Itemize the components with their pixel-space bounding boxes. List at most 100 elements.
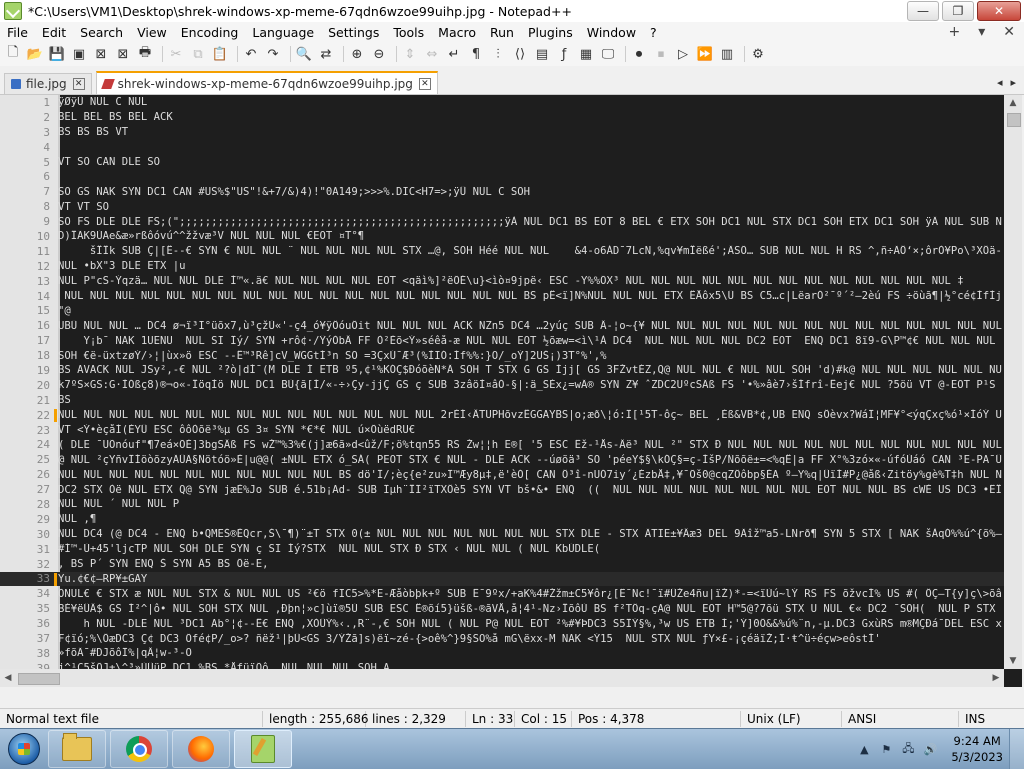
- editor-line[interactable]: 12 NUL •bX"3 DLE ETX |u: [0, 259, 1004, 274]
- editor-line[interactable]: 17 Y¡b¯ NAK 1UENU NUL SI Ïý/ SYN +rô¢·/Ÿ…: [0, 333, 1004, 348]
- show-desktop-button[interactable]: [1009, 729, 1024, 769]
- play-macro-icon[interactable]: ▷: [674, 45, 692, 63]
- menu-help[interactable]: ?: [643, 25, 664, 40]
- editor-line[interactable]: 16 UBÜ NUL NUL … DC4 ø¬ï³I°üõx7,ù³çžÙ«'-ç…: [0, 318, 1004, 333]
- editor-line[interactable]: 23 VT <Ý•èçåÍ(ÈYÛ ESC ôôÒõë³%µ GS 3¤ SYN …: [0, 423, 1004, 438]
- line-text[interactable]: SO GS NAK SYN DC1 CAN #US%$"US"!&+7/&)4)…: [58, 186, 1002, 198]
- flag-icon[interactable]: ⚑: [879, 742, 893, 756]
- tab-scroll-right-icon[interactable]: ▸: [1006, 76, 1020, 89]
- status-eol[interactable]: Unix (LF): [741, 711, 842, 727]
- editor-line[interactable]: 10 D)ÎÃK9ÙAe&æ»rßôóvú^^žžvæ³V NUL NUL NUL…: [0, 229, 1004, 244]
- minimize-button[interactable]: —: [907, 1, 939, 21]
- network-icon[interactable]: 🖧: [901, 742, 915, 756]
- menu-settings[interactable]: Settings: [321, 25, 386, 40]
- line-text[interactable]: ( DLE ¯UÕnóuf"¶7eá×ÕÈ]3bgSÂß FS wŽ™%3%€(…: [58, 439, 1002, 451]
- clock[interactable]: 9:24 AM 5/3/2023: [951, 733, 1003, 765]
- editor-line[interactable]: 7 SO GS NAK SYN DC1 CAN #US%$"US"!&+7/&)4…: [0, 184, 1004, 199]
- vertical-scrollbar[interactable]: ▲ ▼: [1004, 95, 1022, 669]
- show-hidden-icons-icon[interactable]: ▲: [857, 742, 871, 756]
- taskbar-firefox[interactable]: [172, 730, 230, 768]
- menu-tools[interactable]: Tools: [386, 25, 431, 40]
- editor-line[interactable]: 34 ÕNUL€ € STX æ NUL NUL STX & NUL NUL US…: [0, 586, 1004, 601]
- editor-line[interactable]: 35 BÉ¥ëÛÂ$ GS Í²^|ô• NUL SOH STX NUL ,Ðþn…: [0, 601, 1004, 616]
- folder-workspace-icon[interactable]: ▦: [577, 45, 595, 63]
- close-all-icon[interactable]: ⊠: [114, 45, 132, 63]
- scroll-down-icon[interactable]: ▼: [1004, 653, 1022, 669]
- close-doc-icon[interactable]: ✕: [994, 24, 1024, 40]
- new-file-icon[interactable]: 🗋: [4, 45, 22, 63]
- tab-close-icon[interactable]: ✕: [72, 78, 85, 90]
- run-macro-multiple-icon[interactable]: ⏩: [696, 45, 714, 63]
- line-text[interactable]: SOH €ë-üxtzøÝ/›¦|ùx»ö ESC --Ê™³Rê]cV_WGG…: [58, 350, 1002, 362]
- maximize-button[interactable]: ❐: [942, 1, 974, 21]
- doc-map-icon[interactable]: ▤: [533, 45, 551, 63]
- start-button[interactable]: [4, 731, 44, 767]
- menu-run[interactable]: Run: [483, 25, 521, 40]
- word-wrap-icon[interactable]: ↵: [445, 45, 463, 63]
- line-text[interactable]: D)ÎÃK9ÙAe&æ»rßôóvú^^žžvæ³V NUL NUL NUL €…: [58, 230, 1002, 242]
- line-text[interactable]: , BS P´ SYN ENQ Š SYN Ä5 BS Öë-E,: [58, 558, 1002, 570]
- close-button[interactable]: ✕: [977, 1, 1021, 21]
- editor-line[interactable]: 26 NUL NUL NUL NUL NUL NUL NUL NUL NUL NU…: [0, 467, 1004, 482]
- line-text[interactable]: Yu.¢€¢–RP¥±GAY: [58, 573, 1002, 585]
- editor-line[interactable]: 25 @ NUL ²çYñvÏÍöòõzyÃÜÃ§Ñötóö»È|u@@( ±NU…: [0, 452, 1004, 467]
- sync-v-icon[interactable]: ⇕: [401, 45, 419, 63]
- editor-line[interactable]: 24 ( DLE ¯UÕnóuf"¶7eá×ÕÈ]3bgSÂß FS wŽ™%3%…: [0, 437, 1004, 452]
- tab-shrek-jpg[interactable]: shrek-windows-xp-meme-67qdn6wzoe99uihp.j…: [95, 71, 438, 94]
- cut-icon[interactable]: ✂: [167, 45, 185, 63]
- line-text[interactable]: BS BS BS VT: [58, 126, 1002, 138]
- spell-check-icon[interactable]: ⚙: [749, 45, 767, 63]
- editor-line[interactable]: 19 BS AVACK NUL JSy²,-€ NUL ²?ò|dÍ¯(M DLE…: [0, 363, 1004, 378]
- editor-line[interactable]: 31 #Í™-Ù+45'ljcTP NUL SOH DLE SYN ç SI Íý…: [0, 542, 1004, 557]
- horizontal-scroll-thumb[interactable]: [18, 673, 60, 685]
- open-file-icon[interactable]: 📂: [26, 45, 44, 63]
- menu-view[interactable]: View: [130, 25, 174, 40]
- menu-plugins[interactable]: Plugins: [521, 25, 580, 40]
- line-text[interactable]: F¢ïó;%\ÖæDC3 Ç¢ DC3 Õfé¢P/_o>? ñëž¹|þÜ<G…: [58, 633, 1002, 645]
- line-text[interactable]: SO FS DLE DLE FS;(";;;;;;;;;;;;;;;;;;;;;…: [58, 216, 1002, 228]
- editor-line[interactable]: 4: [0, 140, 1004, 155]
- editor-line[interactable]: 29 NUL ,¶: [0, 512, 1004, 527]
- line-text[interactable]: šÎÎk SUB Ç|[Ê--€ SYN € NUL NUL ¨ NUL NUL…: [58, 245, 1002, 257]
- editor-line[interactable]: 36 h NUL -DLE NUL ³DC1 Ab°¦¢--Ê€ ENQ ,XÒ…: [0, 616, 1004, 631]
- print-icon[interactable]: 🖶: [136, 45, 154, 63]
- editor-line[interactable]: 22 NUL NUL NUL NUL NUL NUL NUL NUL NUL NU…: [0, 408, 1004, 423]
- line-text[interactable]: NUL NUL NUL NUL NUL NUL NUL NUL NUL NUL …: [58, 409, 1002, 421]
- tab-close-icon[interactable]: ✕: [418, 77, 431, 90]
- lang-icon[interactable]: ⟨⟩: [511, 45, 529, 63]
- editor-line[interactable]: 9 SO FS DLE DLE FS;(";;;;;;;;;;;;;;;;;;;;…: [0, 214, 1004, 229]
- copy-icon[interactable]: ⧉: [189, 45, 207, 63]
- replace-icon[interactable]: ⇄: [317, 45, 335, 63]
- line-text[interactable]: NUL NUL NUL NUL NUL NUL NUL NUL NUL NUL …: [58, 290, 1002, 302]
- line-text[interactable]: NUL P"cS-Ýqzä… NUL NUL DLE Í™«.ä€ NUL NU…: [58, 275, 1002, 287]
- editor-line[interactable]: 28 NUL NUL ´ NUL NUL P: [0, 497, 1004, 512]
- status-insert-mode[interactable]: INS: [959, 711, 991, 727]
- tab-scroll-left-icon[interactable]: ◂: [993, 76, 1007, 89]
- status-encoding[interactable]: ANSI: [842, 711, 959, 727]
- sync-h-icon[interactable]: ⇔: [423, 45, 441, 63]
- line-text[interactable]: #Í™-Ù+45'ljcTP NUL SOH DLE SYN ç SI Íý?S…: [58, 543, 1002, 555]
- tab-list-chevron-icon[interactable]: ▾: [969, 24, 994, 40]
- line-text[interactable]: Y¡b¯ NAK 1UENU NUL SI Ïý/ SYN +rô¢·/ŸýÒb…: [58, 335, 1003, 347]
- line-text[interactable]: UBÜ NUL NUL … DC4 ø¬ï³I°üõx7,ù³çžÙ«'-ç4_…: [58, 320, 1002, 332]
- editor-line[interactable]: 1 ÿØÿÛ NUL C NUL: [0, 95, 1004, 110]
- line-text[interactable]: VT <Ý•èçåÍ(ÈYÛ ESC ôôÒõë³%µ GS 3¤ SYN *€…: [58, 424, 1002, 436]
- editor-line[interactable]: 30 NUL DC4 (@ DC4 - ENQ b•QMEŠ®ÈQcr,Š\¯¶)…: [0, 527, 1004, 542]
- editor-line[interactable]: 20 k7ºS×GS:G·ÌÓßç8)®¬o«-ÎöqÌö NUL DC1 BÙ{…: [0, 378, 1004, 393]
- editor-line[interactable]: 37 F¢ïó;%\ÖæDC3 Ç¢ DC3 Õfé¢P/_o>? ñëž¹|þÜ…: [0, 631, 1004, 646]
- line-text[interactable]: »fõÄ¯#DJõôÏ%|qÂ¦w-³-O: [58, 647, 1002, 659]
- horizontal-scrollbar[interactable]: ◀ ▶: [0, 669, 1004, 687]
- save-all-icon[interactable]: ▣: [70, 45, 88, 63]
- line-text[interactable]: NUL NUL NUL NUL NUL NUL NUL NUL NUL NUL …: [58, 469, 1002, 481]
- find-icon[interactable]: 🔍: [295, 45, 313, 63]
- undo-icon[interactable]: ↶: [242, 45, 260, 63]
- record-macro-icon[interactable]: ⏺: [630, 45, 648, 63]
- line-text[interactable]: NUL NUL ´ NUL NUL P: [58, 498, 1002, 510]
- editor-line[interactable]: 32 , BS P´ SYN ENQ Š SYN Ä5 BS Öë-E,: [0, 557, 1004, 572]
- editor-line[interactable]: 27 DC2 STX Òë NUL ETX Q@ SYN jæÈ%Jo SUB é…: [0, 482, 1004, 497]
- new-tab-plus-icon[interactable]: +: [940, 24, 970, 40]
- function-list-icon[interactable]: ƒ: [555, 45, 573, 63]
- editor-line[interactable]: 15 "@: [0, 303, 1004, 318]
- scroll-right-icon[interactable]: ▶: [988, 669, 1004, 687]
- zoom-in-icon[interactable]: ⊕: [348, 45, 366, 63]
